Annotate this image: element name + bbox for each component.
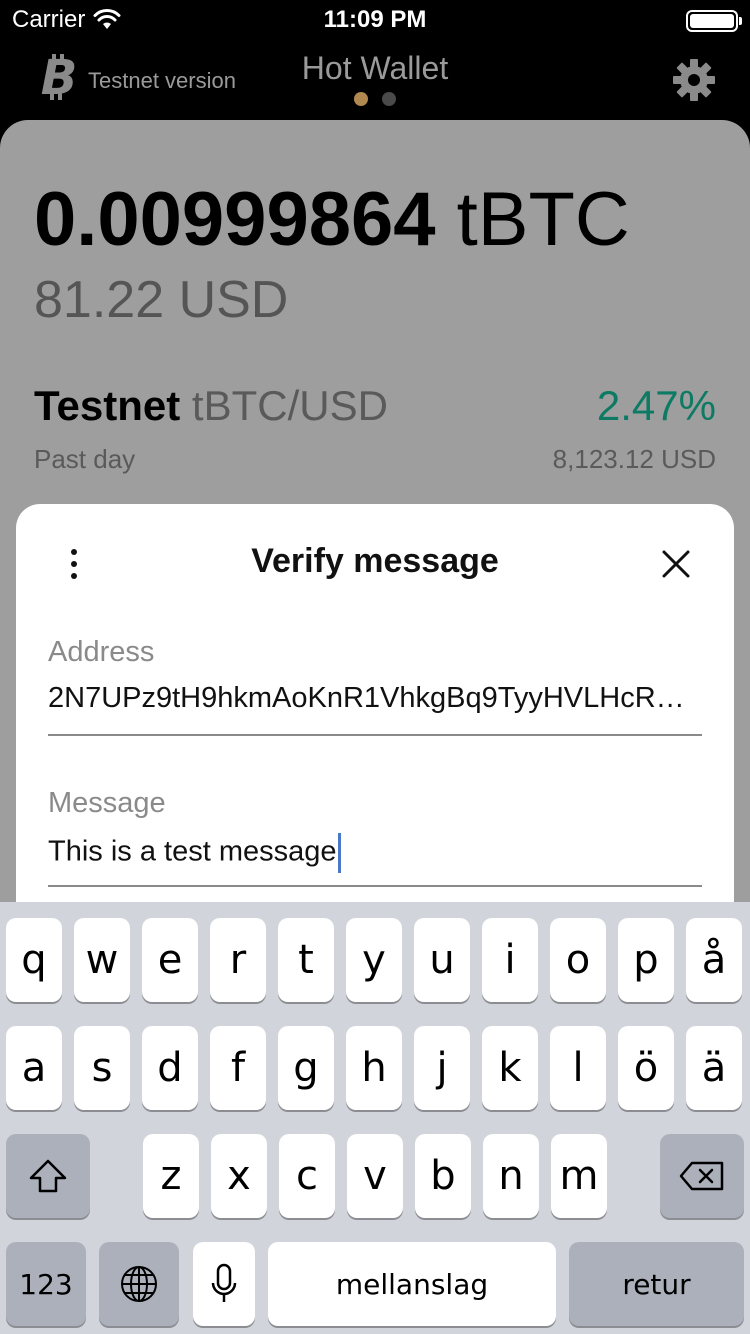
wallet-title[interactable]: Hot Wallet — [0, 50, 750, 87]
status-bar: Carrier 11:09 PM — [0, 0, 750, 40]
key-ö[interactable]: ö — [618, 1026, 674, 1110]
message-label: Message — [48, 787, 166, 819]
shift-icon — [29, 1159, 67, 1193]
key-t[interactable]: t — [278, 918, 334, 1002]
key-i[interactable]: i — [482, 918, 538, 1002]
verify-message-sheet: Verify message Address 2N7UPz9tH9hkmAoKn… — [16, 504, 734, 924]
keyboard: qwertyuiopå asdfghjklöä zxcvbnm 123 mell… — [0, 902, 750, 1334]
pair-network: Testnet — [34, 382, 181, 429]
key-q[interactable]: q — [6, 918, 62, 1002]
key-p[interactable]: p — [618, 918, 674, 1002]
change-period: Past day — [34, 444, 136, 474]
balance-unit: tBTC — [456, 177, 630, 262]
key-b[interactable]: b — [415, 1134, 471, 1218]
status-time: 11:09 PM — [323, 6, 427, 33]
message-text: This is a test message — [48, 835, 337, 868]
key-å[interactable]: å — [686, 918, 742, 1002]
key-f[interactable]: f — [210, 1026, 266, 1110]
microphone-icon — [211, 1263, 237, 1302]
current-price: 8,123.12 USD — [552, 444, 716, 474]
page-dot-active[interactable] — [354, 92, 368, 106]
price-pair: Testnet tBTC/USD — [34, 382, 388, 430]
key-r[interactable]: r — [210, 918, 266, 1002]
key-s[interactable]: s — [74, 1026, 130, 1110]
key-w[interactable]: w — [74, 918, 130, 1002]
balance-amount: 0.00999864 tBTC — [34, 176, 630, 263]
dictation-key[interactable] — [193, 1242, 255, 1326]
key-j[interactable]: j — [414, 1026, 470, 1110]
battery-icon — [686, 10, 742, 32]
return-key[interactable]: retur — [569, 1242, 744, 1326]
key-n[interactable]: n — [483, 1134, 539, 1218]
key-k[interactable]: k — [482, 1026, 538, 1110]
key-v[interactable]: v — [347, 1134, 403, 1218]
close-icon[interactable] — [660, 548, 692, 580]
gear-icon[interactable] — [672, 58, 716, 102]
key-x[interactable]: x — [211, 1134, 267, 1218]
backspace-icon — [679, 1161, 724, 1191]
key-o[interactable]: o — [550, 918, 606, 1002]
numbers-key[interactable]: 123 — [6, 1242, 86, 1326]
key-h[interactable]: h — [346, 1026, 402, 1110]
globe-key[interactable] — [99, 1242, 179, 1326]
key-y[interactable]: y — [346, 918, 402, 1002]
fiat-balance: 81.22 USD — [34, 271, 289, 329]
shift-key[interactable] — [6, 1134, 90, 1218]
key-m[interactable]: m — [551, 1134, 607, 1218]
backspace-key[interactable] — [660, 1134, 744, 1218]
key-l[interactable]: l — [550, 1026, 606, 1110]
price-change: 2.47% — [596, 382, 716, 429]
address-label: Address — [48, 636, 155, 668]
key-d[interactable]: d — [142, 1026, 198, 1110]
pair-symbol: tBTC/USD — [191, 382, 388, 429]
key-c[interactable]: c — [279, 1134, 335, 1218]
balance-value: 0.00999864 — [34, 177, 436, 262]
page-dot[interactable] — [382, 92, 396, 106]
nav-bar: B Testnet version Hot Wallet — [0, 40, 750, 120]
key-g[interactable]: g — [278, 1026, 334, 1110]
key-ä[interactable]: ä — [686, 1026, 742, 1110]
address-field[interactable]: Address 2N7UPz9tH9hkmAoKnR1VhkgBq9TyyHVL… — [48, 636, 702, 736]
key-e[interactable]: e — [142, 918, 198, 1002]
key-a[interactable]: a — [6, 1026, 62, 1110]
sheet-title: Verify message — [251, 542, 499, 580]
key-z[interactable]: z — [143, 1134, 199, 1218]
message-field[interactable]: Message This is a test message — [48, 787, 702, 887]
address-input[interactable]: 2N7UPz9tH9hkmAoKnR1VhkgBq9TyyHVLHcRqYr — [48, 682, 688, 715]
message-input[interactable]: This is a test message — [48, 833, 688, 873]
key-u[interactable]: u — [414, 918, 470, 1002]
text-cursor — [337, 833, 341, 873]
page-indicator[interactable] — [0, 92, 750, 106]
globe-icon — [121, 1266, 157, 1302]
space-key[interactable]: mellanslag — [268, 1242, 556, 1326]
